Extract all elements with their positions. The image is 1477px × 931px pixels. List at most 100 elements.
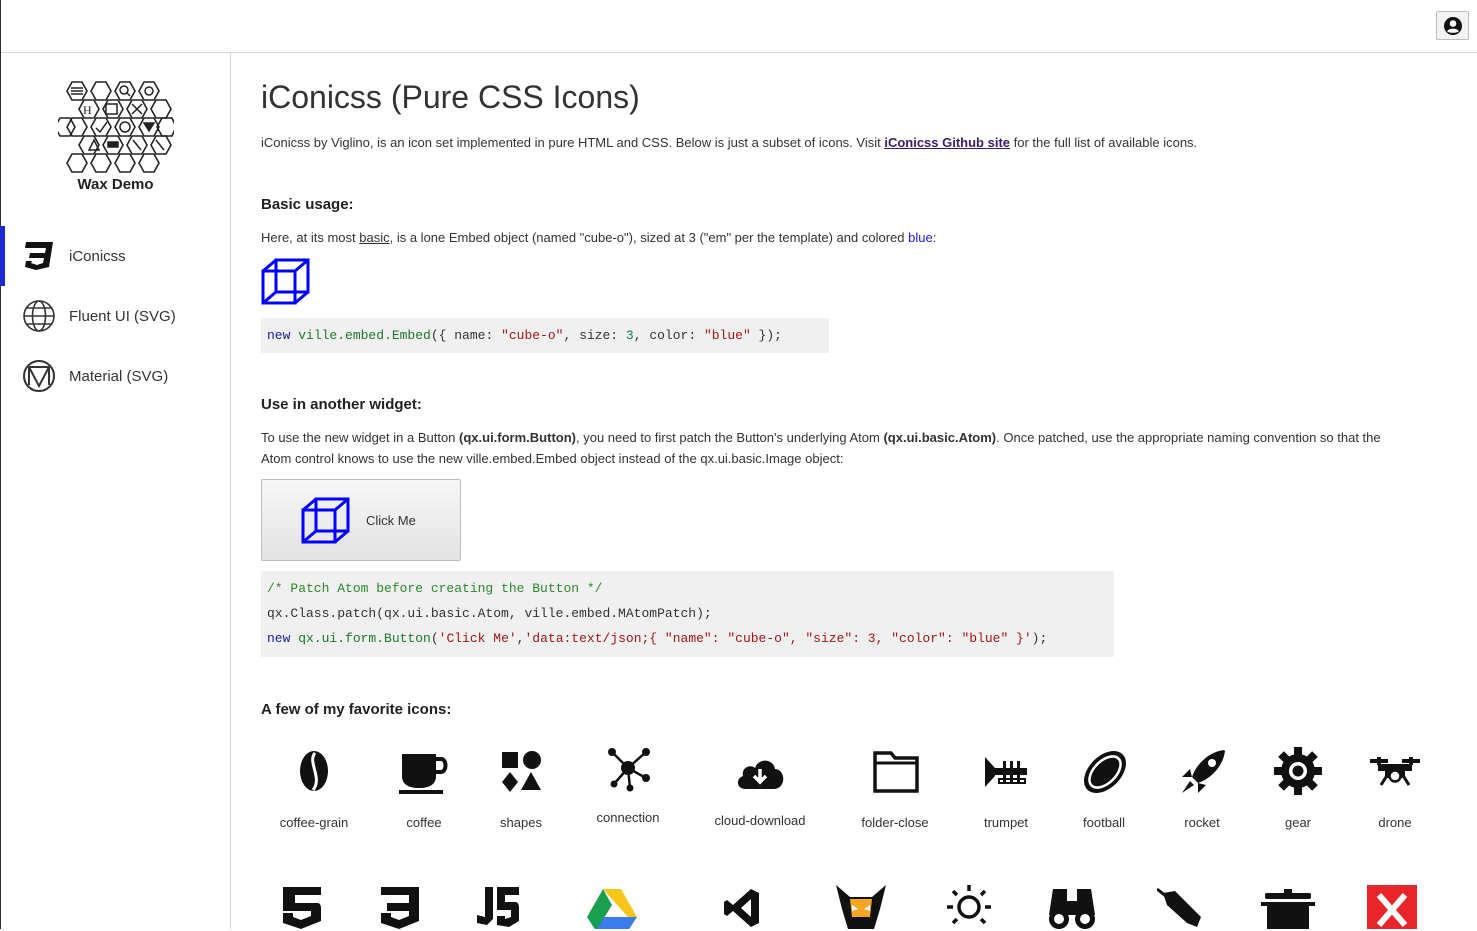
code-token: "cube-o" (727, 631, 790, 646)
icon-label: shapes (500, 815, 542, 830)
css3-icon (22, 239, 56, 273)
code-block-widget: /* Patch Atom before creating the Button… (261, 571, 1114, 657)
code-token: name: (454, 328, 502, 343)
icon-coffee: coffee (384, 743, 464, 843)
basic-link[interactable]: basic (359, 230, 389, 245)
html5-icon (283, 887, 321, 929)
sidebar-item-iconicss[interactable]: iConicss (0, 226, 230, 286)
basic-text-start: Here, at its most (261, 230, 360, 245)
css3-large-icon (381, 887, 419, 929)
icon-label: gear (1284, 815, 1312, 830)
icon-coffee-grain: coffee-grain (274, 743, 354, 843)
icon-label: cloud-download (714, 813, 806, 828)
blue-word: blue (908, 230, 933, 245)
intro-text-start: iConicss by Viglino, is an icon set impl… (261, 135, 885, 150)
code-token: qx.Class.patch(qx.ui.basic.Atom, ville.e… (267, 606, 712, 621)
icon-label: drone (1378, 815, 1412, 830)
app-title: Wax Demo (77, 176, 154, 193)
icon-shapes: shapes (481, 743, 561, 843)
sidebar-item-material[interactable]: Material (SVG) (0, 346, 230, 406)
gear-icon (1274, 747, 1322, 795)
icon-drone: drone (1355, 743, 1435, 843)
shapes-icon (502, 751, 541, 792)
basic-text-middle: , is a lone Embed object (named "cube-o"… (389, 230, 909, 245)
icon-rocket: rocket (1162, 743, 1242, 843)
sidebar-item-fluent-ui[interactable]: Fluent UI (SVG) (0, 286, 230, 346)
icon-cloud-download: cloud-download (705, 743, 815, 843)
widget-text: To use the new widget in a Button (qx.ui… (261, 427, 1461, 469)
icon-label: trumpet (983, 815, 1029, 830)
sun-icon (947, 885, 991, 925)
basic-usage-heading: Basic usage: (261, 196, 354, 213)
cube-o-icon (301, 497, 350, 544)
click-me-label: Click Me (366, 513, 416, 528)
code-token: ( (430, 631, 439, 646)
google-drive-icon (587, 889, 637, 929)
widget-text-3: . Once patched, use the appropriate nami… (996, 430, 1381, 445)
icon-connection: connection (583, 743, 673, 843)
code-token: 3 (867, 631, 876, 646)
folder-close-icon (873, 751, 919, 793)
code-token: "size" (805, 631, 853, 646)
code-token: ); (1031, 631, 1048, 646)
user-account-button[interactable] (1436, 11, 1469, 40)
code-token: ville.embed.Embed (298, 328, 431, 343)
football-icon (1084, 751, 1126, 793)
code-token: "blue" (703, 328, 751, 343)
close-box-icon (1367, 885, 1417, 929)
code-token: }); (750, 328, 782, 343)
material-icon (22, 359, 56, 393)
code-token: size: (579, 328, 626, 343)
icon-label: football (1083, 815, 1125, 830)
icon-label: folder-close (861, 815, 929, 830)
icon-label: coffee-grain (279, 815, 349, 830)
sidebar-item-label: iConicss (69, 247, 126, 265)
code-token: : (711, 631, 728, 646)
iconicss-github-link[interactable]: iConicss Github site (884, 135, 1010, 150)
sidebar-item-label: Material (SVG) (69, 367, 169, 385)
code-comment: /* Patch Atom before creating the Button… (267, 581, 603, 596)
page-title: iConicss (Pure CSS Icons) (261, 79, 640, 115)
basic-text-end: : (932, 230, 937, 245)
rocket-icon (1182, 750, 1225, 793)
icon-trumpet: trumpet (966, 743, 1046, 843)
globe-icon (22, 299, 56, 333)
widget-text-2: , you need to first patch the Button's u… (576, 430, 884, 445)
binoculars-icon (1049, 889, 1095, 929)
code-token: new (267, 631, 291, 646)
code-block-basic: new ville.embed.Embed({ name: "cube-o", … (261, 318, 829, 353)
intro-text-end: for the full list of available icons. (1010, 135, 1198, 150)
icon-label: connection (596, 810, 660, 825)
code-token: color: (649, 328, 704, 343)
code-token: , (789, 631, 806, 646)
wax-logo-icon: H (58, 81, 174, 173)
code-token: : (852, 631, 868, 646)
icon-football: football (1064, 743, 1144, 843)
cooking-pot-icon (1261, 889, 1315, 929)
sidebar-item-label: Fluent UI (SVG) (69, 307, 176, 325)
widget-text-1: To use the new widget in a Button (261, 430, 460, 445)
widget-text-atom-class: (qx.ui.basic.Atom) (883, 430, 997, 445)
coffee-grain-icon (300, 751, 328, 791)
code-token: "color" (891, 631, 946, 646)
widget-text-4: Atom control knows to use the new ville.… (261, 451, 844, 466)
code-token: 3 (625, 328, 634, 343)
intro-text: iConicss by Viglino, is an icon set impl… (261, 132, 1197, 153)
vscode-icon (724, 889, 759, 927)
code-token: "cube-o" (501, 328, 564, 343)
code-token: 'Click Me' (438, 631, 517, 646)
code-token: 'data:text/json;{ (524, 631, 665, 646)
widget-heading: Use in another widget: (261, 396, 422, 413)
icon-label: coffee (406, 815, 442, 830)
code-token: , (633, 328, 650, 343)
icon-folder-close: folder-close (849, 743, 941, 843)
code-token: new (267, 328, 291, 343)
cube-o-icon (261, 258, 310, 305)
widget-text-button-class: (qx.ui.form.Button) (459, 430, 576, 445)
wolverine-icon (836, 885, 886, 929)
icon-gear: gear (1258, 743, 1338, 843)
code-token: }' (1008, 631, 1032, 646)
click-me-button[interactable]: Click Me (261, 479, 461, 561)
svg-text:H: H (83, 103, 92, 117)
javascript-icon (477, 887, 519, 927)
